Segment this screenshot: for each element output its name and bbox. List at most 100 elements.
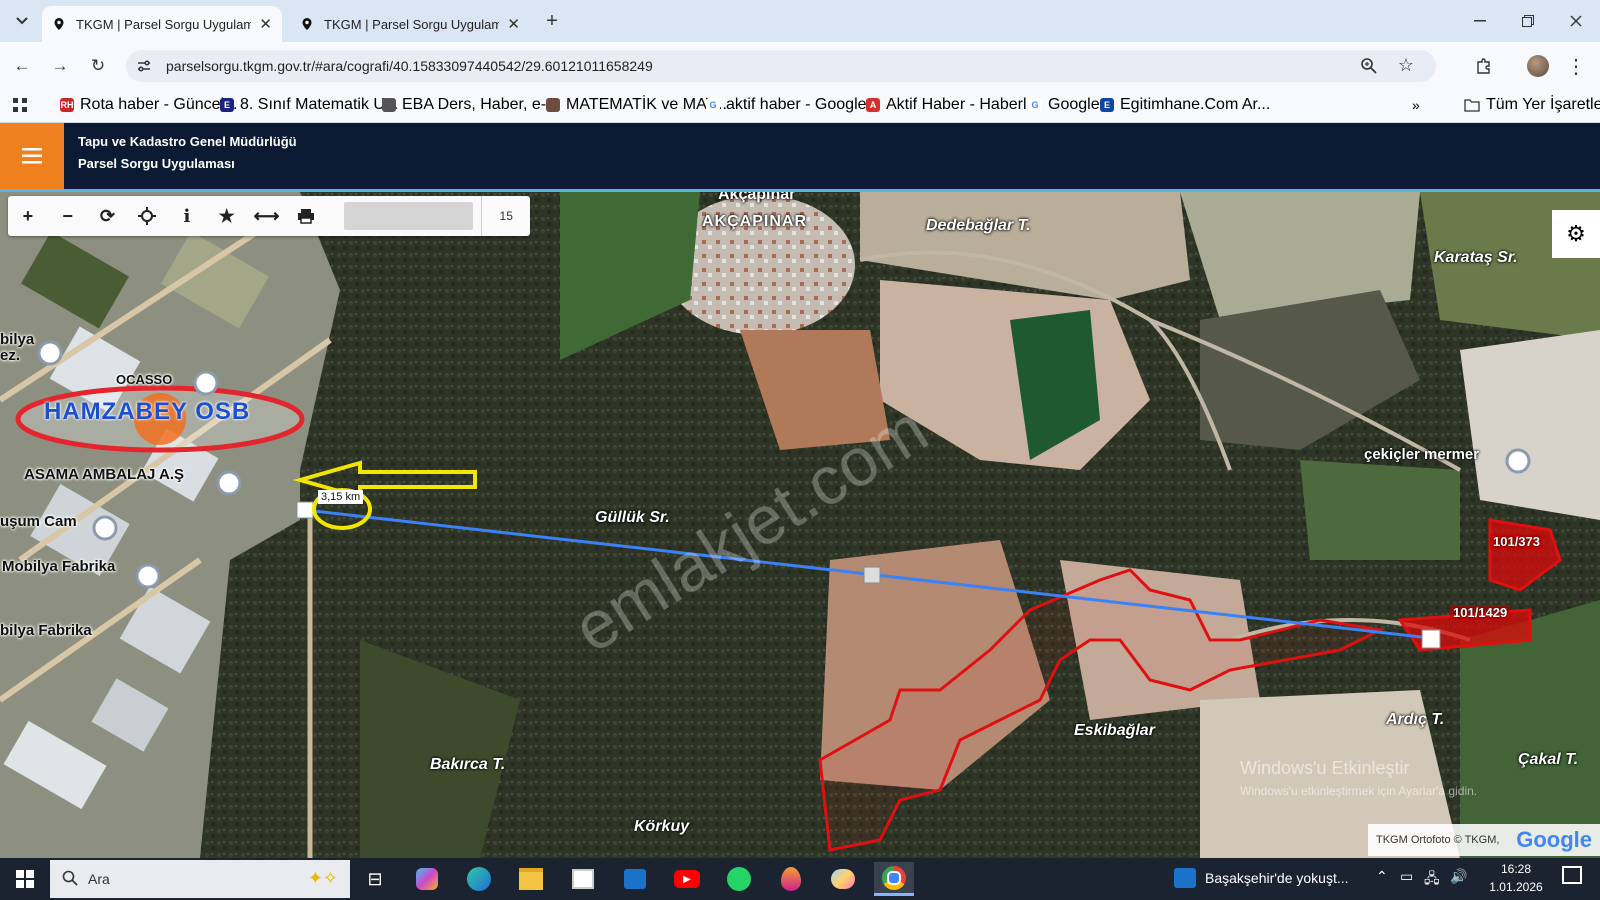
bookmark-favicon-icon: E	[1100, 98, 1114, 112]
back-arrow-icon[interactable]: ←	[8, 54, 36, 78]
poi-label[interactable]: OCASSO	[116, 372, 172, 387]
poi-label[interactable]: Mobilya Fabrika	[2, 558, 115, 575]
bookmark-item[interactable]: EBA Ders, Haber, e-...	[382, 96, 559, 114]
map-toolbar: + − ⟳ i ★ ⟷ 15	[8, 196, 530, 236]
tray-chevron-icon[interactable]: ⌃	[1376, 868, 1388, 885]
place-label: Körkuy	[634, 818, 690, 835]
tab-active[interactable]: TKGM | Parsel Sorgu Uygulama ✕	[42, 6, 282, 42]
zoom-icon[interactable]	[1360, 57, 1378, 78]
all-bookmarks-folder[interactable]: Tüm Yer İşaretleri	[1464, 96, 1600, 114]
map-settings-button[interactable]: ⚙	[1552, 210, 1600, 258]
place-label: AKÇAPINAR	[702, 213, 807, 230]
bookmark-item[interactable]: RH Rota haber - Güncel...	[60, 96, 237, 114]
close-icon[interactable]: ✕	[259, 15, 272, 33]
parcel-label[interactable]: 101/1429	[1450, 605, 1511, 620]
clock-time[interactable]: 16:28	[1484, 862, 1548, 876]
minimize-button[interactable]	[1466, 8, 1494, 34]
poi-label[interactable]: uşum Cam	[0, 513, 77, 530]
menu-hamburger-button[interactable]	[0, 123, 64, 189]
bookmark-item[interactable]: Gaktif haber - Google...	[706, 96, 880, 114]
close-icon[interactable]: ✕	[507, 15, 520, 33]
bookmark-label: MATEMATİK ve MAT...	[566, 96, 727, 113]
drop-app-icon[interactable]	[774, 862, 808, 896]
paint-icon[interactable]	[826, 862, 860, 896]
taskbar-search[interactable]: Ara ✦✧	[50, 860, 350, 898]
search-placeholder: Ara	[88, 871, 110, 887]
new-tab-button[interactable]: +	[538, 8, 566, 34]
measure-arrows-icon[interactable]: ⟷	[247, 196, 287, 236]
refresh-icon[interactable]: ⟳	[88, 196, 128, 236]
windows-activation-title: Windows'u Etkinleştir	[1240, 758, 1410, 778]
measurement-label: 3,15 km	[318, 490, 364, 504]
more-menu-icon[interactable]: ⋮	[1562, 54, 1590, 78]
close-window-button[interactable]	[1562, 8, 1590, 34]
edge-browser-icon[interactable]	[462, 862, 496, 896]
bookmark-favicon-icon: RH	[60, 98, 74, 112]
print-icon[interactable]	[286, 196, 326, 236]
google-logo: Google	[1516, 827, 1592, 852]
parcel-label[interactable]: 101/373	[1490, 534, 1543, 549]
bookmarks-overflow-button[interactable]: »	[1412, 96, 1420, 114]
all-bookmarks-label: Tüm Yer İşaretleri	[1486, 96, 1600, 113]
battery-icon[interactable]: ▭	[1400, 868, 1413, 885]
tab-search-icon[interactable]	[8, 8, 36, 34]
tab-inactive[interactable]: TKGM | Parsel Sorgu Uygulama ✕	[290, 6, 530, 42]
news-widget[interactable]: Başakşehir'de yokuşt...	[1205, 870, 1349, 886]
place-label: Eskibağlar	[1074, 722, 1155, 739]
poi-label[interactable]: çekiçler mermer	[1364, 446, 1479, 463]
app-title: Parsel Sorgu Uygulaması	[78, 156, 235, 171]
clock-date[interactable]: 1.01.2026	[1484, 880, 1548, 894]
volume-icon[interactable]: 🔊	[1450, 868, 1467, 885]
windows-start-icon[interactable]	[8, 862, 42, 896]
star-icon[interactable]: ★	[207, 196, 247, 236]
place-label: Çakal T.	[1518, 751, 1579, 768]
bookmark-favicon-icon: G	[1028, 98, 1042, 112]
bookmark-item[interactable]: MATEMATİK ve MAT...	[546, 96, 727, 114]
place-label: Dedebağlar T.	[926, 217, 1031, 234]
store-icon[interactable]	[566, 862, 600, 896]
place-label: Akçapınar	[718, 192, 796, 203]
profile-avatar[interactable]	[1524, 54, 1552, 78]
extensions-puzzle-icon[interactable]	[1470, 54, 1498, 78]
poi-label[interactable]: bilya Fabrika	[0, 622, 92, 639]
bookmark-item[interactable]: E Egitimhane.Com Ar...	[1100, 96, 1270, 114]
outlook-icon[interactable]	[618, 862, 652, 896]
whatsapp-icon[interactable]	[722, 862, 756, 896]
search-icon	[62, 870, 78, 889]
restore-button[interactable]	[1514, 8, 1542, 34]
info-icon[interactable]: i	[167, 196, 207, 236]
youtube-icon[interactable]: ▶	[670, 862, 704, 896]
file-explorer-icon[interactable]	[514, 862, 548, 896]
reload-icon[interactable]: ↻	[84, 54, 112, 78]
bookmark-favicon-icon	[382, 98, 396, 112]
site-settings-icon[interactable]	[136, 58, 152, 77]
zoom-level: 15	[481, 196, 530, 236]
apps-grid-icon[interactable]	[12, 96, 28, 114]
network-icon[interactable]: 🖧	[1424, 868, 1440, 892]
bookmark-item[interactable]: E 8. Sınıf Matematik U...	[220, 96, 398, 114]
bookmark-label: Google	[1048, 96, 1100, 113]
news-widget-icon	[1174, 868, 1196, 888]
star-bookmark-icon[interactable]: ☆	[1398, 55, 1414, 76]
poi-label[interactable]: bilya ez.	[0, 332, 36, 364]
bookmark-item[interactable]: A Aktif Haber - Haberl...	[866, 96, 1040, 114]
task-view-icon[interactable]: ⊟	[358, 862, 392, 896]
address-bar[interactable]: parselsorgu.tkgm.gov.tr/#ara/cografi/40.…	[126, 50, 1436, 82]
notification-icon[interactable]	[1562, 866, 1582, 884]
bookmark-item[interactable]: G Google	[1028, 96, 1100, 114]
locate-crosshair-icon[interactable]	[127, 196, 167, 236]
map-canvas[interactable]: emlakjet.com Akçapınar AKÇAPINAR Dedebağ…	[0, 192, 1600, 858]
poi-label[interactable]: ASAMA AMBALAJ A.Ş	[24, 466, 184, 483]
gear-icon: ⚙	[1566, 221, 1586, 246]
forward-arrow-icon[interactable]: →	[46, 54, 74, 78]
zoom-in-icon[interactable]: +	[8, 196, 48, 236]
bookmark-label: aktif haber - Google...	[726, 96, 880, 113]
windows-activation-subtitle: Windows'u etkinleştirmek için Ayarlar'a …	[1240, 784, 1478, 798]
chrome-icon[interactable]	[874, 862, 914, 896]
tab-title: TKGM | Parsel Sorgu Uygulama	[76, 16, 252, 32]
highlight-label: HAMZABEY OSB	[44, 398, 251, 425]
folder-icon	[1464, 99, 1480, 112]
bookmark-favicon-icon	[546, 98, 560, 112]
copilot-icon[interactable]	[410, 862, 444, 896]
zoom-out-icon[interactable]: −	[48, 196, 88, 236]
